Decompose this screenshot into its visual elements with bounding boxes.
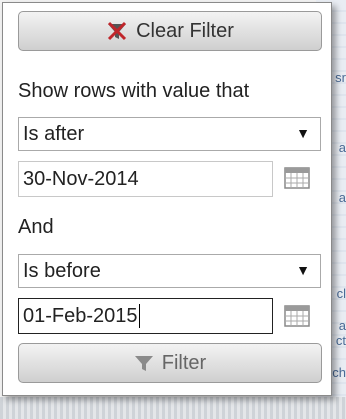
- date-1-value: 30-Nov-2014: [23, 167, 139, 190]
- date-1-input[interactable]: 30-Nov-2014: [18, 161, 273, 197]
- condition-2-select[interactable]: Is before ▼: [18, 254, 321, 288]
- chevron-down-icon: ▼: [296, 125, 310, 141]
- date-2-value: 01-Feb-2015: [23, 304, 138, 327]
- clear-filter-button[interactable]: Clear Filter: [18, 11, 322, 51]
- condition-1-select[interactable]: Is after ▼: [18, 117, 321, 151]
- filter-popup: Clear Filter Show rows with value that I…: [2, 2, 332, 396]
- background-grid-row: [0, 397, 346, 419]
- join-label: And: [18, 216, 54, 238]
- calendar-icon[interactable]: [284, 305, 310, 327]
- background-text-fragment: ct: [335, 333, 346, 348]
- clear-filter-icon: [106, 21, 128, 41]
- filter-button-label: Filter: [161, 351, 207, 374]
- date-2-input[interactable]: 01-Feb-2015: [18, 298, 273, 334]
- condition-2-value: Is before: [23, 259, 101, 282]
- filter-funnel-icon: [134, 354, 154, 372]
- background-text-fragment: sr: [335, 70, 346, 85]
- calendar-icon[interactable]: [284, 167, 310, 189]
- background-text-fragment: cl: [336, 286, 346, 301]
- show-rows-label: Show rows with value that: [18, 80, 250, 102]
- condition-1-value: Is after: [23, 122, 85, 145]
- background-text-fragment: ch: [332, 365, 346, 380]
- background-text-fragment: a: [338, 140, 346, 155]
- chevron-down-icon: ▼: [296, 262, 310, 278]
- clear-filter-label: Clear Filter: [136, 19, 234, 42]
- text-caret: [138, 304, 140, 328]
- background-text-fragment: a: [338, 318, 346, 333]
- background-text-fragment: a: [338, 190, 346, 205]
- filter-button[interactable]: Filter: [18, 343, 322, 383]
